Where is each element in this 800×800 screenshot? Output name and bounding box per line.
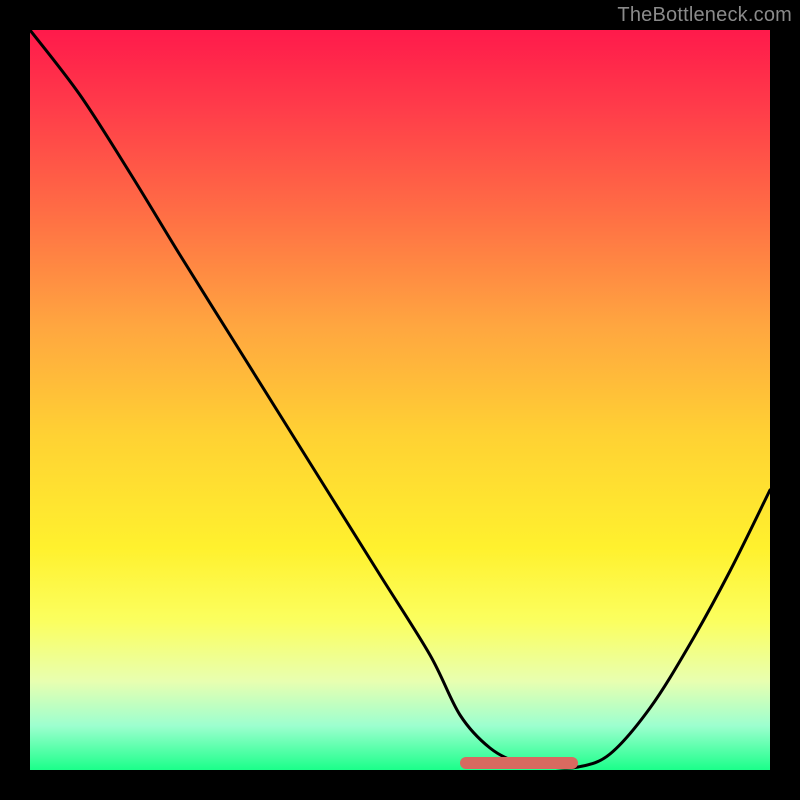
chart-plot-area: [30, 30, 770, 770]
optimal-range-marker: [460, 757, 578, 769]
watermark-text: TheBottleneck.com: [617, 4, 792, 27]
chart-frame: TheBottleneck.com: [0, 0, 800, 800]
bottleneck-curve: [30, 30, 770, 770]
